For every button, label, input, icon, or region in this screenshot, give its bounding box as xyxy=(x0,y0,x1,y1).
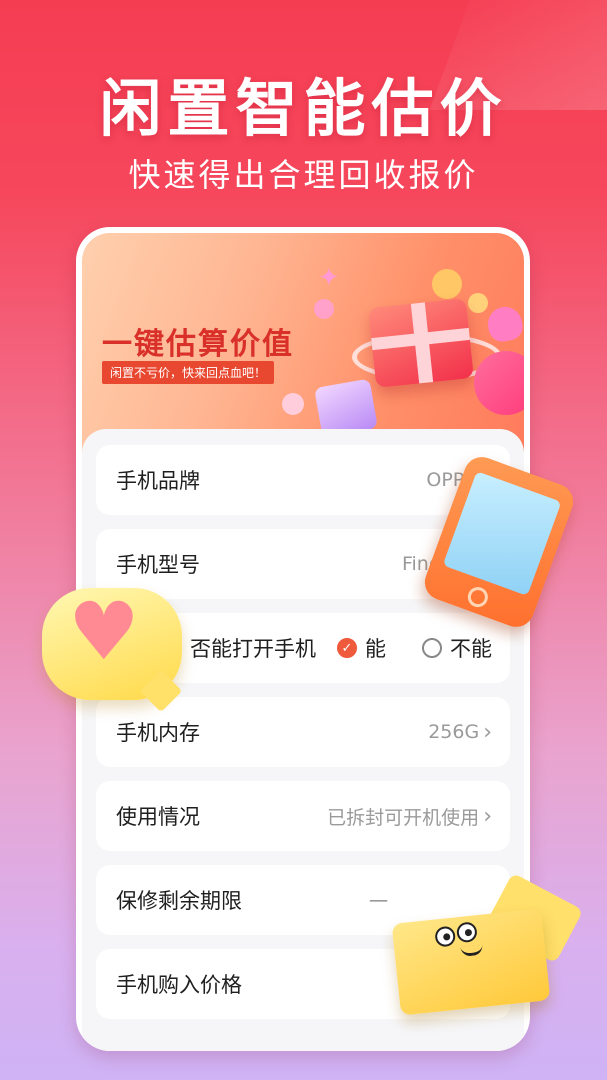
heart-icon: ♥ xyxy=(68,585,140,678)
page-title: 闲置智能估价 xyxy=(99,72,508,145)
box-body xyxy=(391,908,551,1016)
gift-box-icon xyxy=(368,298,474,388)
radio-yes[interactable]: ✓ 能 xyxy=(337,633,386,663)
bubble-decoration xyxy=(282,393,304,415)
row-value: 已拆封可开机使用 › xyxy=(327,803,492,830)
banner-tagline: 闲置不亏价，快来回点血吧！ xyxy=(102,361,275,384)
row-label: 手机品牌 xyxy=(116,469,200,493)
row-label: 手机购入价格 xyxy=(116,973,242,997)
form-row-condition[interactable]: 使用情况 已拆封可开机使用 › xyxy=(96,781,510,851)
mouth-icon xyxy=(460,944,484,957)
phone-screen xyxy=(442,471,562,596)
box-mascot-icon xyxy=(386,872,586,1016)
chevron-right-icon: › xyxy=(483,719,492,745)
heart-icon xyxy=(485,304,524,344)
radio-group: ✓ 能 不能 xyxy=(323,633,492,663)
form-row-brand[interactable]: 手机品牌 OPPO › xyxy=(96,445,510,515)
row-label: 保修剩余期限 xyxy=(116,889,242,913)
radio-no[interactable]: 不能 xyxy=(422,633,492,663)
row-value: 256G › xyxy=(428,720,492,745)
sparkle-icon: ✦ xyxy=(318,263,340,293)
condition-value: 已拆封可开机使用 xyxy=(327,806,480,829)
chevron-right-icon: › xyxy=(483,803,492,829)
radio-no-label: 不能 xyxy=(450,637,492,661)
storage-value: 256G xyxy=(428,721,480,743)
banner-title: 一键估算价值 xyxy=(102,327,294,362)
page-subtitle: 快速得出合理回收报价 xyxy=(128,156,479,194)
check-circle-icon: ✓ xyxy=(337,638,357,658)
bubble-decoration xyxy=(314,299,334,319)
bubble-decoration xyxy=(468,293,488,313)
heart-bubble-icon: ♥ xyxy=(42,588,182,700)
swirl-decoration xyxy=(474,351,524,415)
bubble-decoration xyxy=(432,269,462,299)
radio-yes-label: 能 xyxy=(365,637,386,661)
eye-icon xyxy=(455,921,478,944)
row-label: 否能打开手机 xyxy=(190,637,316,661)
radio-empty-icon xyxy=(422,638,442,658)
eye-icon xyxy=(434,925,457,948)
row-label: 手机内存 xyxy=(116,721,200,745)
row-label: 使用情况 xyxy=(116,805,200,829)
phone-home-button xyxy=(465,584,491,610)
row-label: 手机型号 xyxy=(116,553,200,577)
